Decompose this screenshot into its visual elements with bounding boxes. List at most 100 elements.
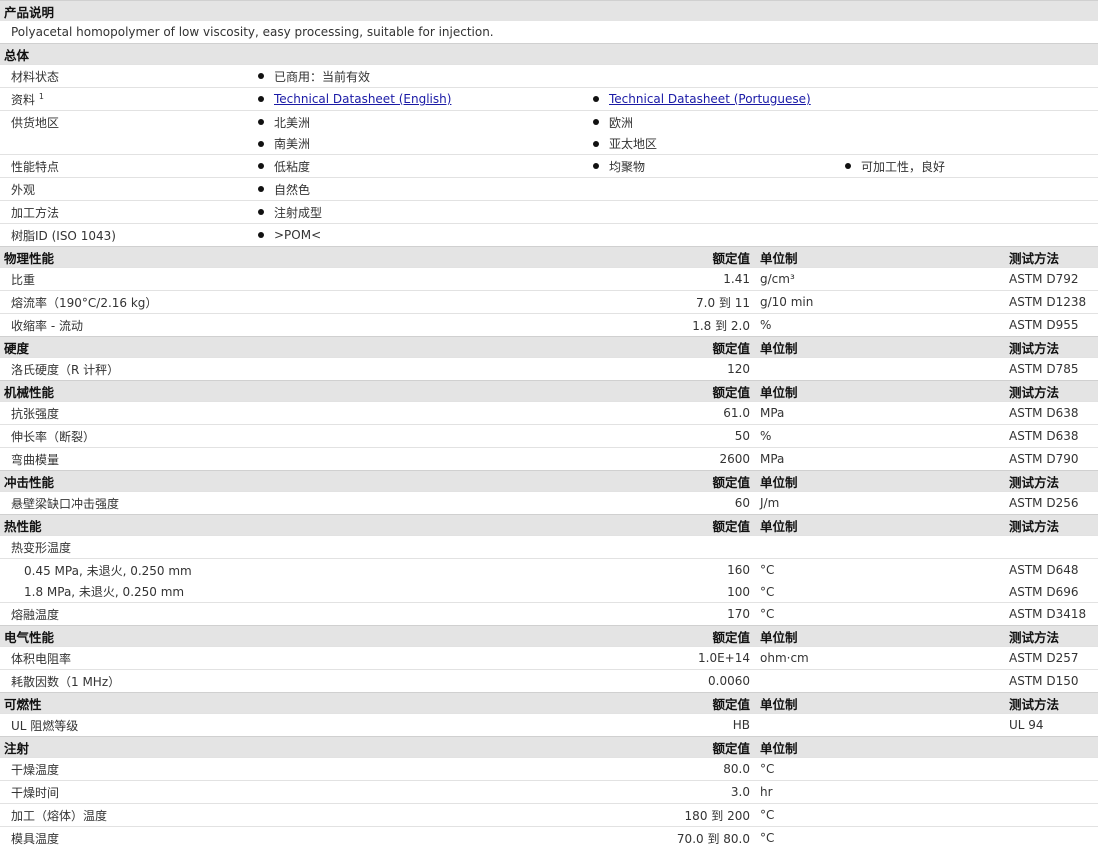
property-label: 收缩率 - 流动: [0, 314, 585, 337]
table-row: UL 阻燃等级 HB UL 94: [0, 714, 1098, 737]
table-row: 体积电阻率 1.0E+14 ohm·cm ASTM D257: [0, 647, 1098, 670]
table-row: 供货地区 北美洲 欧洲: [0, 111, 1098, 134]
property-unit: °C: [754, 804, 1005, 827]
unit-header: 单位制: [754, 337, 1005, 358]
property-unit: [754, 714, 1005, 737]
property-unit: hr: [754, 781, 1005, 804]
section-title: 总体: [0, 44, 1098, 65]
property-label: 体积电阻率: [0, 647, 585, 670]
property-unit: MPa: [754, 448, 1005, 471]
unit-header: 单位制: [754, 626, 1005, 647]
bullet-icon: [258, 96, 264, 102]
table-row: 伸长率（断裂） 50 % ASTM D638: [0, 425, 1098, 448]
row-label: 树脂ID (ISO 1043): [0, 224, 250, 247]
table-row: 干燥温度 80.0 °C: [0, 758, 1098, 781]
table-row: 树脂ID (ISO 1043) >POM<: [0, 224, 1098, 247]
property-value: 170: [585, 603, 754, 626]
footnote-marker: 1: [39, 92, 44, 101]
property-label: 抗张强度: [0, 402, 585, 425]
datasheet-link-english[interactable]: Technical Datasheet (English): [274, 92, 451, 106]
property-label: 熔融温度: [0, 603, 585, 626]
section-title: 可燃性: [0, 693, 585, 714]
property-value: 1.41: [585, 268, 754, 291]
table-row: 南美洲 亚太地区: [0, 133, 1098, 155]
section-header-electrical: 电气性能 额定值 单位制 测试方法: [0, 626, 1098, 647]
property-label: 洛氏硬度（R 计秤）: [0, 358, 585, 381]
table-row: 材料状态 已商用：当前有效: [0, 65, 1098, 88]
property-value: 0.0060: [585, 670, 754, 693]
unit-header: 单位制: [754, 693, 1005, 714]
table-row: 比重 1.41 g/cm³ ASTM D792: [0, 268, 1098, 291]
test-method: ASTM D3418: [1005, 603, 1098, 626]
property-unit: %: [754, 314, 1005, 337]
table-row: 模具温度 70.0 到 80.0 °C: [0, 827, 1098, 849]
table-row: 洛氏硬度（R 计秤） 120 ASTM D785: [0, 358, 1098, 381]
test-method: ASTM D648: [1005, 559, 1098, 582]
nominal-header: 额定值: [585, 381, 754, 402]
table-row: 收缩率 - 流动 1.8 到 2.0 % ASTM D955: [0, 314, 1098, 337]
section-header-mechanical: 机械性能 额定值 单位制 测试方法: [0, 381, 1098, 402]
datasheet-table: 产品说明 Polyacetal homopolymer of low visco…: [0, 0, 1098, 849]
table-row: 悬壁梁缺口冲击强度 60 J/m ASTM D256: [0, 492, 1098, 515]
section-header-physical: 物理性能 额定值 单位制 测试方法: [0, 247, 1098, 268]
unit-header: 单位制: [754, 471, 1005, 492]
bullet-icon: [258, 163, 264, 169]
bullet-icon: [845, 163, 851, 169]
method-header: 测试方法: [1005, 337, 1098, 358]
bullet-icon: [258, 186, 264, 192]
property-value: 80.0: [585, 758, 754, 781]
method-header: 测试方法: [1005, 626, 1098, 647]
test-method: ASTM D792: [1005, 268, 1098, 291]
test-method: ASTM D785: [1005, 358, 1098, 381]
property-unit: °C: [754, 603, 1005, 626]
property-value: 1.0E+14: [585, 647, 754, 670]
table-row: 性能特点 低粘度 均聚物 可加工性，良好: [0, 155, 1098, 178]
section-title: 冲击性能: [0, 471, 585, 492]
table-row: 加工（熔体）温度 180 到 200 °C: [0, 804, 1098, 827]
row-label: 性能特点: [0, 155, 250, 178]
resin-value: >POM<: [274, 228, 321, 242]
property-label: 弯曲模量: [0, 448, 585, 471]
section-header-injection: 注射 额定值 单位制: [0, 737, 1098, 758]
bullet-icon: [593, 141, 599, 147]
feature-value: 可加工性，良好: [861, 160, 945, 174]
test-method: ASTM D638: [1005, 402, 1098, 425]
property-unit: °C: [754, 559, 1005, 582]
table-row: 弯曲模量 2600 MPa ASTM D790: [0, 448, 1098, 471]
feature-value: 低粘度: [274, 160, 310, 174]
property-value: 2600: [585, 448, 754, 471]
section-title: 机械性能: [0, 381, 585, 402]
datasheet-link-portuguese[interactable]: Technical Datasheet (Portuguese): [609, 92, 811, 106]
processing-value: 注射成型: [274, 206, 322, 220]
nominal-header: 额定值: [585, 471, 754, 492]
test-method: UL 94: [1005, 714, 1098, 737]
nominal-header: 额定值: [585, 515, 754, 536]
table-row: 熔融温度 170 °C ASTM D3418: [0, 603, 1098, 626]
test-method: ASTM D790: [1005, 448, 1098, 471]
property-label: 悬壁梁缺口冲击强度: [0, 492, 585, 515]
unit-header: 单位制: [754, 247, 1005, 268]
section-title: 热性能: [0, 515, 585, 536]
test-method: ASTM D696: [1005, 581, 1098, 603]
property-label: 熔流率（190°C/2.16 kg）: [0, 291, 585, 314]
property-value: 61.0: [585, 402, 754, 425]
property-unit: ohm·cm: [754, 647, 1005, 670]
property-unit: J/m: [754, 492, 1005, 515]
method-header: 测试方法: [1005, 381, 1098, 402]
property-sublabel: 0.45 MPa, 未退火, 0.250 mm: [0, 559, 585, 582]
unit-header: 单位制: [754, 737, 1005, 758]
row-label: 材料状态: [0, 65, 250, 88]
feature-value: 均聚物: [609, 160, 645, 174]
method-header: 测试方法: [1005, 471, 1098, 492]
section-header-general: 总体: [0, 44, 1098, 65]
nominal-header: 额定值: [585, 247, 754, 268]
property-unit: °C: [754, 581, 1005, 603]
bullet-icon: [258, 141, 264, 147]
property-unit: g/cm³: [754, 268, 1005, 291]
section-title: 电气性能: [0, 626, 585, 647]
property-label: 耗散因数（1 MHz）: [0, 670, 585, 693]
section-header-flammability: 可燃性 额定值 单位制 测试方法: [0, 693, 1098, 714]
section-title: 产品说明: [0, 1, 1098, 22]
nominal-header: 额定值: [585, 626, 754, 647]
row-label: 资料: [11, 93, 35, 107]
